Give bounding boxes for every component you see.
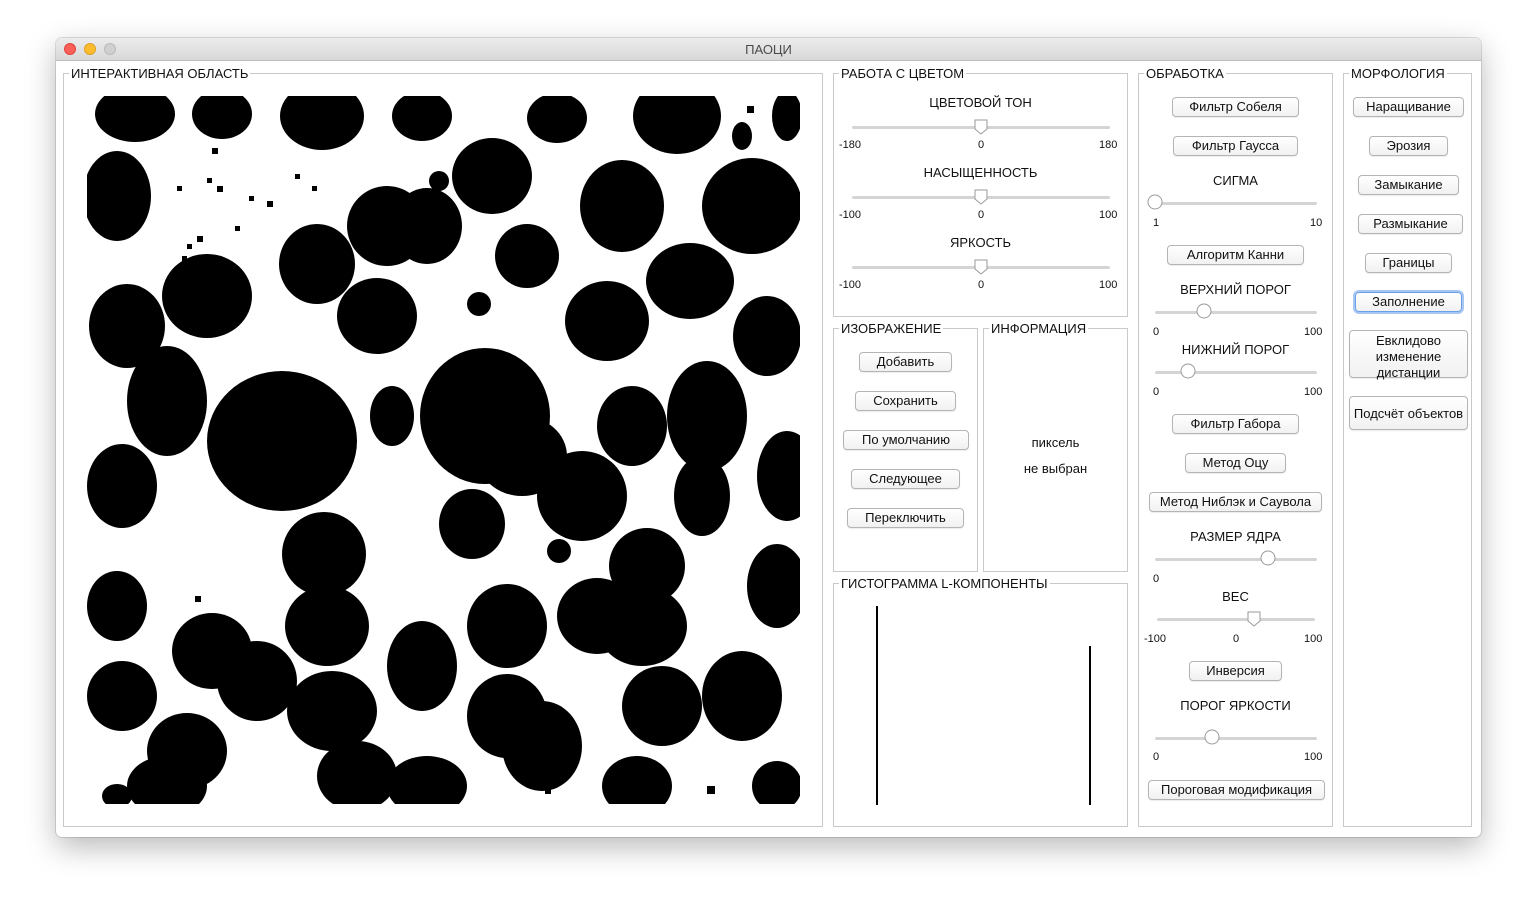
brightness-threshold-slider[interactable]: [1155, 729, 1317, 745]
lower-threshold-min: 0: [1153, 386, 1160, 398]
default-button[interactable]: По умолчанию: [843, 430, 969, 450]
canny-button[interactable]: Алгоритм Канни: [1167, 245, 1304, 265]
saturation-max: 100: [1099, 209, 1118, 221]
upper-threshold-slider[interactable]: [1155, 303, 1317, 319]
color-panel: РАБОТА С ЦВЕТОМ ЦВЕТОВОЙ ТОН -180 0 180 …: [833, 66, 1128, 317]
brightness-threshold-min: 0: [1153, 751, 1160, 763]
lower-threshold-thumb[interactable]: [1180, 363, 1196, 379]
weight-mid: 0: [1233, 633, 1240, 645]
brightness-slider-thumb[interactable]: [974, 259, 988, 275]
brightness-max: 100: [1099, 279, 1118, 291]
lower-threshold-slider[interactable]: [1155, 363, 1317, 379]
hue-label: ЦВЕТОВОЙ ТОН: [929, 95, 1032, 110]
brightness-slider[interactable]: [852, 259, 1110, 275]
sigma-slider-thumb[interactable]: [1147, 194, 1163, 210]
hue-min: -180: [839, 139, 862, 151]
image-canvas[interactable]: [87, 96, 800, 804]
app-window: ПАОЦИ ИНТЕРАКТИВНАЯ ОБЛАСТЬ РАБОТА С ЦВЕ…: [56, 38, 1481, 837]
opening-button[interactable]: Размыкание: [1358, 214, 1463, 234]
weight-label: ВЕС: [1222, 589, 1249, 604]
histogram-bar-dark: [876, 606, 878, 805]
inversion-button[interactable]: Инверсия: [1189, 661, 1282, 681]
saturation-slider-thumb[interactable]: [974, 189, 988, 205]
info-panel-title: ИНФОРМАЦИЯ: [989, 321, 1089, 336]
weight-max: 100: [1304, 633, 1323, 645]
histogram-panel: ГИСТОГРАММА L-КОМПОНЕНТЫ: [833, 576, 1128, 827]
upper-threshold-max: 100: [1304, 326, 1323, 338]
otsu-button[interactable]: Метод Оцу: [1185, 453, 1286, 473]
saturation-min: -100: [839, 209, 862, 221]
brightness-min: -100: [839, 279, 862, 291]
erosion-button[interactable]: Эрозия: [1369, 136, 1448, 156]
hue-slider[interactable]: [852, 119, 1110, 135]
interactive-area-panel: ИНТЕРАКТИВНАЯ ОБЛАСТЬ: [63, 66, 823, 827]
sigma-slider[interactable]: [1147, 194, 1317, 210]
hue-max: 180: [1099, 139, 1118, 151]
fill-button[interactable]: Заполнение: [1355, 292, 1462, 312]
threshold-modification-button[interactable]: Пороговая модификация: [1148, 780, 1325, 800]
upper-threshold-label: ВЕРХНИЙ ПОРОГ: [1180, 282, 1291, 297]
weight-min: -100: [1144, 633, 1167, 645]
morphology-panel-title: МОРФОЛОГИЯ: [1349, 66, 1447, 81]
saturation-label: НАСЫЩЕННОСТЬ: [923, 165, 1038, 180]
sobel-filter-button[interactable]: Фильтр Собеля: [1172, 97, 1299, 117]
brightness-label: ЯРКОСТЬ: [949, 235, 1012, 250]
closing-button[interactable]: Замыкание: [1358, 175, 1459, 195]
upper-threshold-min: 0: [1153, 326, 1160, 338]
kernel-size-min: 0: [1153, 573, 1160, 585]
next-button[interactable]: Следующее: [851, 469, 960, 489]
saturation-mid: 0: [978, 209, 985, 221]
hue-mid: 0: [978, 139, 985, 151]
count-objects-button[interactable]: Подсчёт объектов: [1349, 396, 1468, 430]
kernel-size-thumb[interactable]: [1260, 550, 1276, 566]
title-bar: ПАОЦИ: [56, 38, 1481, 61]
kernel-size-slider[interactable]: [1155, 550, 1317, 566]
brightness-mid: 0: [978, 279, 985, 291]
toggle-button[interactable]: Переключить: [847, 508, 964, 528]
kernel-size-label: РАЗМЕР ЯДРА: [1190, 529, 1281, 544]
color-panel-title: РАБОТА С ЦВЕТОМ: [839, 66, 967, 81]
gabor-filter-button[interactable]: Фильтр Габора: [1172, 414, 1299, 434]
euclidean-distance-button[interactable]: Евклидово изменение дистанции: [1349, 330, 1468, 380]
info-panel: ИНФОРМАЦИЯ пиксель не выбран: [983, 321, 1128, 572]
dilation-button[interactable]: Наращивание: [1353, 97, 1464, 117]
saturation-slider[interactable]: [852, 189, 1110, 205]
add-button[interactable]: Добавить: [859, 352, 952, 372]
save-button[interactable]: Сохранить: [855, 391, 956, 411]
niblack-sauvola-button[interactable]: Метод Ниблэк и Саувола: [1149, 492, 1322, 512]
hue-slider-thumb[interactable]: [974, 119, 988, 135]
weight-slider[interactable]: [1157, 611, 1315, 627]
brightness-threshold-label: ПОРОГ ЯРКОСТИ: [1180, 698, 1291, 713]
info-status-line: не выбран: [1023, 461, 1088, 476]
upper-threshold-thumb[interactable]: [1196, 303, 1212, 319]
brightness-threshold-max: 100: [1304, 751, 1323, 763]
weight-slider-thumb[interactable]: [1247, 611, 1261, 627]
interactive-area-title: ИНТЕРАКТИВНАЯ ОБЛАСТЬ: [69, 66, 251, 81]
sigma-max: 10: [1310, 217, 1323, 229]
borders-button[interactable]: Границы: [1365, 253, 1452, 273]
binary-image[interactable]: [87, 96, 800, 804]
processing-panel-title: ОБРАБОТКА: [1144, 66, 1226, 81]
image-panel-title: ИЗОБРАЖЕНИЕ: [839, 321, 944, 336]
info-pixel-line: пиксель: [1031, 435, 1080, 450]
processing-panel: ОБРАБОТКА Фильтр Собеля Фильтр Гаусса СИ…: [1138, 66, 1333, 827]
histogram-panel-title: ГИСТОГРАММА L-КОМПОНЕНТЫ: [839, 576, 1050, 591]
image-panel: ИЗОБРАЖЕНИЕ Добавить Сохранить По умолча…: [833, 321, 978, 572]
sigma-min: 1: [1153, 217, 1160, 229]
window-title: ПАОЦИ: [745, 42, 792, 57]
gauss-filter-button[interactable]: Фильтр Гаусса: [1173, 136, 1298, 156]
morphology-panel: МОРФОЛОГИЯ Наращивание Эрозия Замыкание …: [1343, 66, 1472, 827]
brightness-threshold-thumb[interactable]: [1204, 729, 1220, 745]
lower-threshold-max: 100: [1304, 386, 1323, 398]
sigma-label: СИГМА: [1213, 173, 1258, 188]
histogram-bar-light: [1089, 646, 1091, 805]
lower-threshold-label: НИЖНИЙ ПОРОГ: [1181, 342, 1290, 357]
